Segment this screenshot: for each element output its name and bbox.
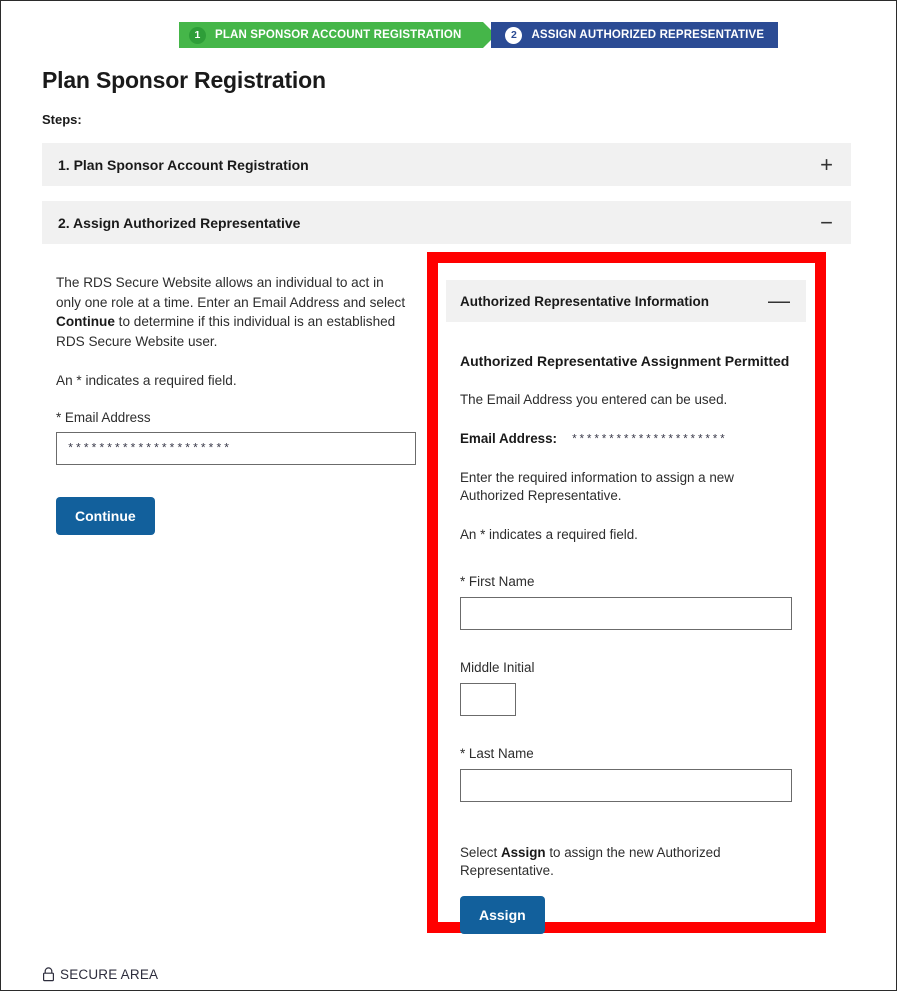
assignment-permitted-heading: Authorized Representative Assignment Per… — [460, 353, 790, 369]
first-name-label: * First Name — [460, 574, 535, 589]
footer-divider — [2, 946, 895, 947]
registration-progress-bar: 1 PLAN SPONSOR ACCOUNT REGISTRATION 2 AS… — [179, 22, 779, 48]
accordion-2-title: 2. Assign Authorized Representative — [58, 214, 301, 231]
progress-step-1-number: 1 — [189, 26, 206, 44]
intro-text-continue-emphasis: Continue — [56, 314, 115, 329]
minus-icon[interactable]: − — [820, 211, 833, 234]
intro-text-part1: The RDS Secure Website allows an individ… — [56, 275, 406, 310]
secure-area-indicator: SECURE AREA — [42, 967, 158, 982]
assign-instruction-text: Select Assign to assign the new Authoriz… — [460, 844, 730, 880]
page-title: Plan Sponsor Registration — [42, 67, 326, 93]
middle-initial-input[interactable] — [460, 683, 516, 716]
last-name-input[interactable] — [460, 769, 792, 802]
left-column: The RDS Secure Website allows an individ… — [56, 273, 416, 535]
authorized-representative-information-header[interactable]: Authorized Representative Information — — [446, 280, 806, 322]
last-name-label: * Last Name — [460, 746, 534, 761]
email-address-readonly-value: ********************* — [571, 434, 727, 447]
last-name-group: * Last Name — [460, 746, 795, 802]
page-frame: 1 PLAN SPONSOR ACCOUNT REGISTRATION 2 AS… — [0, 0, 897, 991]
plus-icon[interactable]: + — [820, 153, 833, 176]
enter-required-info-text: Enter the required information to assign… — [460, 470, 734, 503]
secure-area-label: SECURE AREA — [60, 967, 159, 982]
continue-button[interactable]: Continue — [56, 497, 155, 535]
assign-button[interactable]: Assign — [460, 896, 545, 934]
right-required-field-note: An * indicates a required field. — [460, 527, 638, 542]
assign-note-emphasis: Assign — [500, 845, 546, 860]
email-address-readonly-row: Email Address: ********************* — [460, 431, 795, 447]
progress-step-2-label: ASSIGN AUTHORIZED REPRESENTATIVE — [531, 29, 765, 41]
left-required-field-note: An * indicates a required field. — [56, 373, 237, 388]
minus-icon[interactable]: — — [768, 290, 790, 312]
email-address-label: * Email Address — [56, 410, 151, 425]
progress-step-2-number: 2 — [505, 26, 523, 44]
authorized-representative-form: Authorized Representative Assignment Per… — [460, 353, 795, 934]
accordion-plan-sponsor-account-registration[interactable]: 1. Plan Sponsor Account Registration + — [42, 143, 851, 186]
progress-step-1-label: PLAN SPONSOR ACCOUNT REGISTRATION — [215, 29, 462, 41]
progress-step-2[interactable]: 2 ASSIGN AUTHORIZED REPRESENTATIVE — [491, 22, 779, 48]
assign-note-part1: Select — [460, 845, 501, 860]
first-name-group: * First Name — [460, 574, 795, 630]
email-usable-text: The Email Address you entered can be use… — [460, 392, 728, 407]
lock-icon — [42, 967, 55, 982]
first-name-input[interactable] — [460, 597, 792, 630]
middle-initial-label: Middle Initial — [460, 660, 535, 675]
middle-initial-group: Middle Initial — [460, 660, 795, 716]
accordion-assign-authorized-representative[interactable]: 2. Assign Authorized Representative − — [42, 201, 851, 244]
accordion-1-title: 1. Plan Sponsor Account Registration — [58, 156, 309, 173]
progress-step-1[interactable]: 1 PLAN SPONSOR ACCOUNT REGISTRATION — [179, 22, 497, 48]
email-address-readonly-label: Email Address: — [460, 431, 557, 446]
steps-label: Steps: — [42, 112, 82, 127]
intro-text: The RDS Secure Website allows an individ… — [56, 273, 408, 351]
panel-title: Authorized Representative Information — [460, 293, 710, 309]
email-address-input[interactable] — [56, 432, 416, 465]
